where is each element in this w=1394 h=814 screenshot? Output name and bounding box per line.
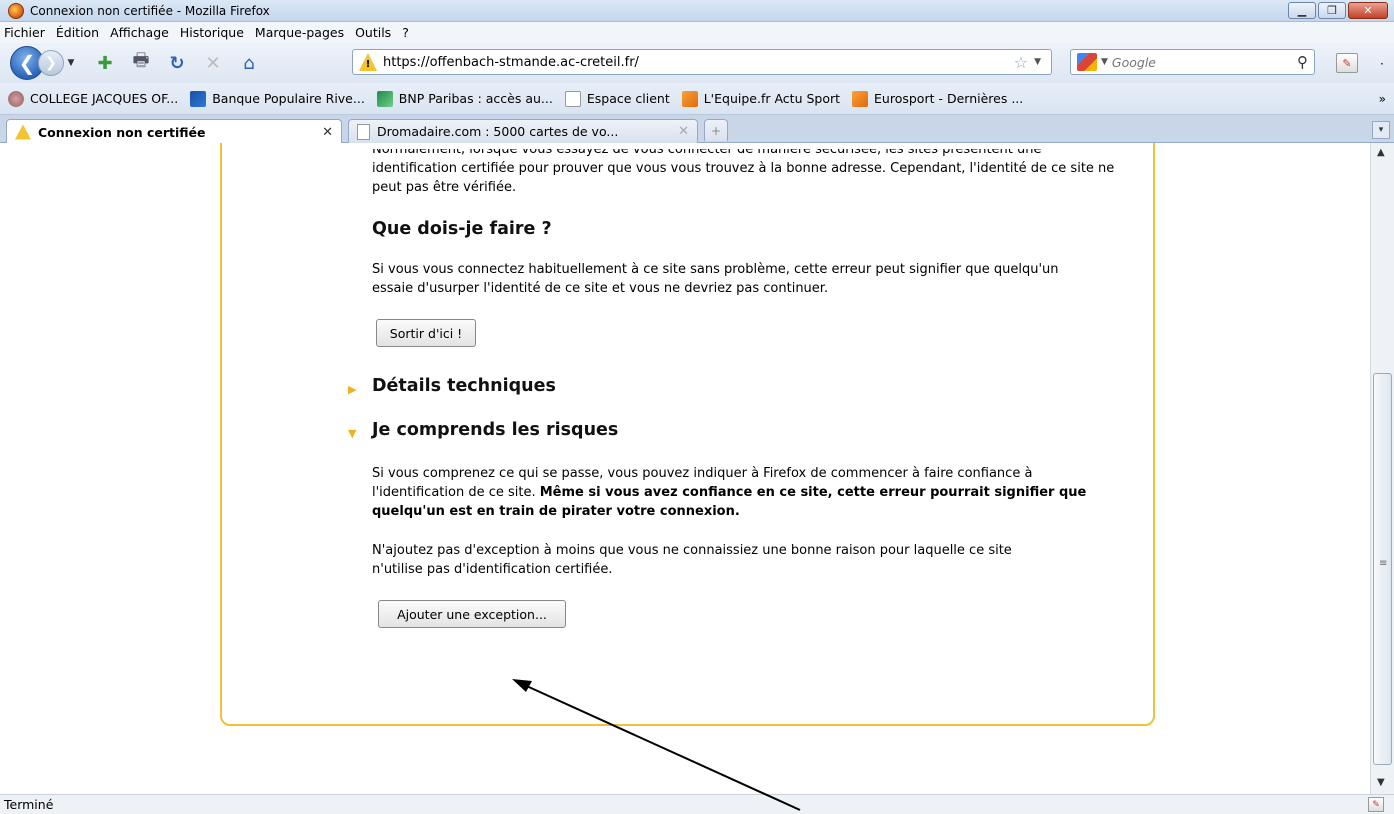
what-text: Si vous vous connectez habituellement à … (372, 262, 1059, 296)
page-content: Normalement, lorsque vous essayez de vou… (0, 143, 1370, 794)
bookmark-college[interactable]: COLLEGE JACQUES OF... (8, 90, 178, 107)
rss-icon (681, 90, 698, 107)
url-bar[interactable]: ! https://offenbach-stmande.ac-creteil.f… (352, 49, 1052, 75)
error-panel: Normalement, lorsque vous essayez de vou… (220, 143, 1155, 726)
toolbar-overflow-icon[interactable]: · (1380, 57, 1384, 71)
menu-affichage[interactable]: Affichage (110, 25, 169, 40)
leave-button[interactable]: Sortir d'ici ! (376, 319, 476, 347)
search-icon[interactable]: ⚲ (1297, 53, 1308, 71)
add-exception-button[interactable]: Ajouter une exception... (378, 600, 566, 628)
status-text: Terminé (4, 797, 54, 812)
window-controls: ▁ ❐ ✕ (1288, 2, 1388, 19)
page-icon (564, 90, 581, 107)
vertical-scrollbar[interactable]: ▲ ≡ ▼ (1370, 143, 1394, 794)
close-tab-icon[interactable]: ✕ (322, 125, 333, 140)
grip-icon: ≡ (1379, 558, 1388, 569)
title-bar: Connexion non certifiée - Mozilla Firefo… (0, 0, 1394, 22)
url-dropdown-icon[interactable]: ▼ (1034, 57, 1041, 67)
collapsed-arrow-icon[interactable]: ▶ (348, 383, 356, 396)
search-engine-dropdown-icon[interactable]: ▼ (1101, 57, 1108, 67)
security-warning-icon[interactable]: ! (359, 53, 377, 71)
scroll-up-icon[interactable]: ▲ (1377, 147, 1385, 158)
reload-icon[interactable]: ↻ (166, 52, 188, 74)
menu-historique[interactable]: Historique (180, 25, 244, 40)
risks-heading[interactable]: Je comprends les risques (372, 420, 618, 440)
menu-fichier[interactable]: Fichier (4, 25, 45, 40)
history-dropdown-icon[interactable]: ▼ (64, 58, 78, 68)
bookmark-star-icon[interactable]: ☆ (1014, 53, 1028, 72)
menu-marque-pages[interactable]: Marque-pages (255, 25, 344, 40)
intro-text: identification certifiée pour prouver qu… (372, 161, 1115, 195)
add-bookmark-icon[interactable]: ✚ (94, 52, 116, 74)
menu-edition[interactable]: Édition (56, 25, 99, 40)
what-heading: Que dois-je faire ? (372, 219, 552, 239)
bookmark-eurosport[interactable]: Eurosport - Dernières ... (852, 90, 1023, 107)
search-input[interactable] (1111, 54, 1297, 70)
rss-icon (852, 90, 869, 107)
forward-button[interactable]: ❯ (38, 50, 64, 76)
url-text[interactable]: https://offenbach-stmande.ac-creteil.fr/ (383, 55, 1014, 70)
menu-outils[interactable]: Outils (355, 25, 391, 40)
scroll-down-icon[interactable]: ▼ (1377, 777, 1385, 788)
page-icon (357, 123, 370, 140)
risks-text: Si vous comprenez ce qui se passe, vous … (372, 464, 1092, 521)
bookmark-banque-populaire[interactable]: Banque Populaire Rive... (190, 90, 365, 107)
tab-bar: Connexion non certifiée ✕ Dromadaire.com… (0, 115, 1394, 144)
bnp-icon (376, 90, 393, 107)
menu-bar: Fichier Édition Affichage Historique Mar… (0, 22, 1394, 43)
print-icon[interactable]: 🖶 (130, 50, 152, 74)
scroll-thumb[interactable]: ≡ (1373, 373, 1392, 765)
expanded-arrow-icon[interactable]: ▼ (348, 427, 356, 440)
menu-help[interactable]: ? (402, 25, 409, 40)
home-icon[interactable]: ⌂ (238, 52, 260, 74)
college-icon (8, 90, 24, 107)
bookmarks-toolbar: COLLEGE JACQUES OF... Banque Populaire R… (0, 83, 1394, 115)
stop-icon[interactable]: ✕ (202, 52, 224, 74)
maximize-button[interactable]: ❐ (1318, 2, 1346, 19)
warning-icon (15, 124, 31, 140)
addon-status-icon[interactable]: ✎ (1368, 797, 1384, 812)
firefox-icon (8, 2, 24, 19)
addon-icon[interactable]: ✎ (1336, 53, 1358, 73)
bookmark-espace-client[interactable]: Espace client (564, 90, 670, 107)
close-tab-icon[interactable]: ✕ (678, 124, 689, 139)
exception-text: N'ajoutez pas d'exception à moins que vo… (372, 543, 1012, 577)
search-bar[interactable]: ▼ ⚲ (1070, 49, 1315, 75)
close-window-button[interactable]: ✕ (1348, 2, 1388, 19)
new-tab-button[interactable]: + (704, 119, 728, 141)
minimize-button[interactable]: ▁ (1288, 2, 1316, 19)
bookmark-bnp[interactable]: BNP Paribas : accès au... (376, 90, 553, 107)
intro-cut-text: Normalement, lorsque vous essayez de vou… (372, 143, 1042, 157)
status-bar: Terminé ✎ (0, 794, 1394, 814)
tab-label: Dromadaire.com : 5000 cartes de vo... (377, 124, 619, 139)
google-icon[interactable] (1077, 53, 1097, 71)
navigation-toolbar: ❮ ❯ ▼ ✚ 🖶 ↻ ✕ ⌂ ! https://offenbach-stma… (0, 43, 1394, 83)
tab-list-icon[interactable]: ▾ (1372, 121, 1390, 139)
tab-label: Connexion non certifiée (38, 124, 206, 140)
bookmarks-overflow-icon[interactable]: » (1379, 92, 1386, 106)
bank-icon (190, 90, 207, 107)
details-heading[interactable]: Détails techniques (372, 376, 556, 396)
tab-connexion[interactable]: Connexion non certifiée ✕ (6, 119, 342, 144)
bookmark-lequipe[interactable]: L'Equipe.fr Actu Sport (681, 90, 840, 107)
window-title: Connexion non certifiée - Mozilla Firefo… (30, 3, 270, 18)
tab-dromadaire[interactable]: Dromadaire.com : 5000 cartes de vo... ✕ (348, 119, 698, 143)
